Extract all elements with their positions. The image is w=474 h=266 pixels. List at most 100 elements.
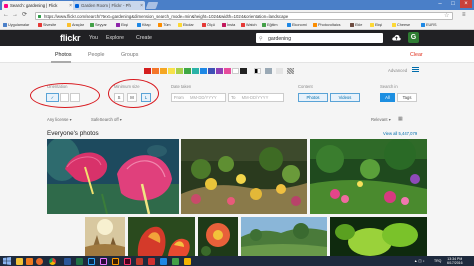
nav-create[interactable]: Create <box>136 35 152 41</box>
style-swatch-pattern[interactable] <box>287 68 294 74</box>
search-in-tags-button[interactable]: Tags <box>397 93 417 102</box>
view-toggle-icon[interactable]: ▦ <box>398 116 403 122</box>
close-window-icon[interactable]: × <box>460 0 472 8</box>
flickr-logo[interactable]: flickr <box>60 33 81 43</box>
clear-button[interactable]: Clear <box>410 52 423 58</box>
color-swatch-red[interactable] <box>144 68 151 74</box>
style-swatch-depth[interactable] <box>265 68 272 74</box>
photo-green-leaves[interactable] <box>330 217 427 256</box>
bookmark-item[interactable]: Sivesite <box>38 23 56 27</box>
chrome-icon[interactable] <box>49 257 56 265</box>
sort-dropdown[interactable]: Relevant ▾ <box>371 117 391 122</box>
bookmark-item[interactable]: Ekonomi <box>287 23 307 27</box>
photo-pink-flowers-garden[interactable] <box>310 139 427 214</box>
license-dropdown[interactable]: Any license ▾ <box>47 117 72 122</box>
avatar[interactable]: G <box>408 32 419 43</box>
search-in-all-button[interactable]: All <box>380 93 395 102</box>
search-input[interactable]: ⚲ gardening <box>256 33 383 43</box>
photo-tulips-sun[interactable] <box>85 217 125 256</box>
style-swatch-minimal[interactable] <box>276 68 283 74</box>
bookmark-item[interactable]: Watch <box>241 23 257 27</box>
tab-people[interactable]: People <box>88 52 105 58</box>
bookmark-item[interactable]: Ölçü <box>202 23 215 27</box>
app-icon[interactable] <box>160 257 167 265</box>
color-swatch-amber[interactable] <box>160 68 167 74</box>
word-icon[interactable] <box>64 257 71 265</box>
premiere-icon[interactable] <box>100 257 107 265</box>
bookmark-item[interactable]: Eğitim <box>262 23 278 27</box>
excel-icon[interactable] <box>76 257 83 265</box>
color-swatch-purple[interactable] <box>216 68 223 74</box>
illustrator-icon[interactable] <box>112 257 119 265</box>
photo-orange-flower[interactable] <box>198 217 238 256</box>
style-swatch-bw[interactable] <box>254 68 261 74</box>
photoshop-icon[interactable] <box>88 257 95 265</box>
photo-garden-lawn[interactable] <box>241 217 327 256</box>
close-tab-icon[interactable]: × <box>140 3 143 9</box>
bookmark-item[interactable]: Cheese <box>392 23 410 27</box>
firefox-icon[interactable] <box>36 257 43 265</box>
color-swatch-pink[interactable] <box>224 68 231 74</box>
date-to-input[interactable]: To MM-DD/YYYY <box>228 93 284 102</box>
color-swatch-orange[interactable] <box>152 68 159 74</box>
browser-tab-inactive[interactable]: Garden Room | Flickr - Ph × <box>73 1 145 10</box>
color-swatch-indigo[interactable] <box>208 68 215 74</box>
media-player-icon[interactable] <box>26 257 33 265</box>
bookmark-item[interactable]: Kitap <box>137 23 151 27</box>
indesign-icon[interactable] <box>124 257 131 265</box>
photo-tulip-closeup[interactable] <box>128 217 195 256</box>
explorer-icon[interactable] <box>16 257 23 265</box>
close-tab-icon[interactable]: × <box>69 3 72 9</box>
bookmark-star-icon[interactable]: ☆ <box>444 12 449 19</box>
color-swatch-blue[interactable] <box>200 68 207 74</box>
upload-cloud-icon[interactable] <box>392 34 401 41</box>
tray-icons[interactable]: ▲ ◫ ♪ <box>414 259 424 263</box>
new-tab-button[interactable] <box>145 2 159 9</box>
tab-photos[interactable]: Photos <box>55 52 72 58</box>
view-all-link[interactable]: View all 5,447,079 <box>383 131 417 136</box>
language-indicator[interactable]: TRQ <box>434 259 441 263</box>
app-icon[interactable] <box>136 257 143 265</box>
bookmark-item[interactable]: Ekolar <box>178 23 194 27</box>
color-swatch-black[interactable] <box>240 68 247 74</box>
reload-icon[interactable]: ⟳ <box>22 12 27 19</box>
date-from-input[interactable]: From MM-DD/YYYY <box>171 93 226 102</box>
bookmark-item[interactable]: Ekşi <box>370 23 382 27</box>
content-videos-toggle[interactable]: Videos <box>330 93 360 102</box>
bookmark-item[interactable]: Uygulamalar <box>3 23 29 27</box>
bookmark-item[interactable]: EURS <box>421 23 437 27</box>
nav-you[interactable]: You <box>89 35 98 41</box>
acrobat-icon[interactable] <box>148 257 155 265</box>
app-icon[interactable] <box>172 257 179 265</box>
photo-garden-path[interactable] <box>181 139 307 214</box>
nav-explore[interactable]: Explore <box>106 35 124 41</box>
windows-start-icon[interactable] <box>2 257 12 265</box>
address-bar[interactable]: https://www.flickr.com/search/?text=gard… <box>35 11 453 20</box>
tab-groups[interactable]: Groups <box>121 52 138 58</box>
content-photos-toggle[interactable]: Photos <box>298 93 328 102</box>
back-icon[interactable]: ← <box>3 12 9 19</box>
color-swatch-yellow[interactable] <box>168 68 175 74</box>
advanced-toggle[interactable]: Advanced <box>388 68 407 73</box>
safesearch-dropdown[interactable]: SafeSearch off ▾ <box>91 117 122 122</box>
bookmark-item[interactable]: Ekşi <box>116 23 128 27</box>
bookmark-item[interactable]: Photovoltaics <box>313 23 341 27</box>
maximize-icon[interactable]: □ <box>447 0 459 8</box>
browser-menu-icon[interactable]: ≡ <box>462 12 466 18</box>
bookmark-item[interactable]: Ekle <box>350 23 362 27</box>
bookmark-item[interactable]: Araçlar <box>67 23 84 27</box>
photo-anthurium[interactable] <box>47 139 179 214</box>
bookmark-item[interactable]: Tüm <box>158 23 171 27</box>
minimize-icon[interactable]: – <box>434 0 446 8</box>
forward-icon[interactable]: → <box>12 12 18 19</box>
color-swatch-lime[interactable] <box>176 68 183 74</box>
bookmark-item[interactable]: Seyyar <box>90 23 107 27</box>
advanced-menu-icon[interactable] <box>412 67 419 74</box>
color-swatch-green[interactable] <box>184 68 191 74</box>
browser-tab-active[interactable]: Search: gardening | Flick × <box>2 1 74 10</box>
app-icon[interactable] <box>184 257 191 265</box>
bookmark-item[interactable]: İnsta <box>222 23 235 27</box>
color-swatch-teal[interactable] <box>192 68 199 74</box>
color-swatch-white[interactable] <box>232 68 239 74</box>
taskbar-clock[interactable]: 13:34 PM 6/17/2016 <box>447 257 463 266</box>
